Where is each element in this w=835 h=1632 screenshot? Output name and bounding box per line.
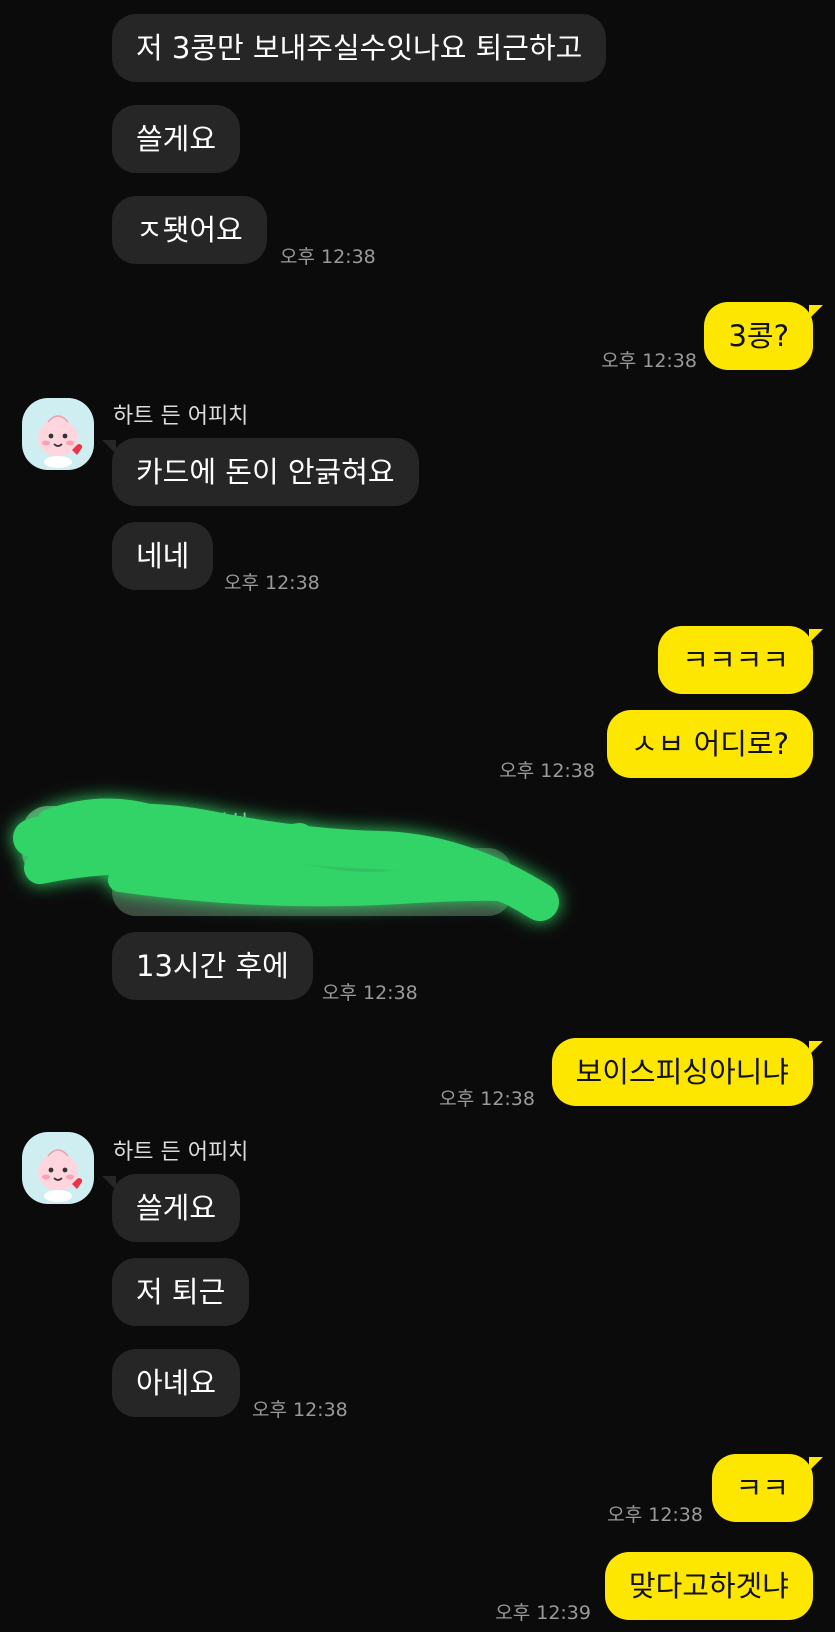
message-text: ㅋㅋ bbox=[735, 1471, 789, 1505]
message-text: 보이스피싱아니냐 bbox=[575, 1055, 789, 1089]
apeach-icon bbox=[38, 1149, 83, 1202]
message-timestamp: 오후 12:39 bbox=[495, 1602, 591, 1624]
message-timestamp: 오후 12:38 bbox=[439, 1088, 535, 1110]
bubble-tail bbox=[102, 440, 116, 454]
outgoing-message[interactable]: ㅅㅂ 어디로? bbox=[606, 710, 813, 778]
message-text: 3콩? bbox=[728, 319, 789, 353]
message-timestamp: 오후 12:38 bbox=[224, 572, 320, 594]
message-text: 저 3콩만 보내주실수잇나요 퇴근하고 bbox=[136, 31, 583, 65]
incoming-message[interactable]: 아녜요 bbox=[112, 1349, 241, 1417]
outgoing-message[interactable]: 3콩? bbox=[704, 302, 813, 370]
incoming-message[interactable]: 13시간 후에 bbox=[112, 932, 313, 1000]
sender-name: 하트 든 어피치 bbox=[113, 404, 249, 429]
message-text: 13시간 후에 bbox=[136, 949, 289, 983]
bubble-tail bbox=[809, 1041, 823, 1055]
apeach-icon bbox=[38, 827, 78, 865]
message-text: 쓸게요 bbox=[136, 1191, 217, 1225]
message-text: 맞다고하겟냐 bbox=[628, 1569, 789, 1603]
message-timestamp: 오후 12:38 bbox=[601, 350, 697, 372]
sender-avatar[interactable] bbox=[22, 806, 94, 878]
message-timestamp: 오후 12:38 bbox=[607, 1504, 703, 1526]
incoming-message[interactable]: 쓸게요 bbox=[112, 105, 241, 173]
bubble-tail bbox=[102, 1176, 116, 1190]
sender-avatar[interactable] bbox=[22, 1132, 94, 1204]
bubble-tail bbox=[809, 305, 823, 319]
message-text: ㅋㅋㅋㅋ bbox=[682, 643, 789, 677]
sender-name: 하트 든 어피치 bbox=[113, 1140, 249, 1165]
message-timestamp: 오후 12:38 bbox=[322, 982, 418, 1004]
message-text: 네네 bbox=[136, 539, 190, 573]
bubble-tail bbox=[809, 1457, 823, 1471]
incoming-message[interactable]: 네네 bbox=[112, 522, 214, 590]
message-text: ㅈ됏어요 bbox=[136, 213, 243, 247]
redacted-message[interactable] bbox=[112, 848, 512, 916]
outgoing-message[interactable]: 보이스피싱아니냐 bbox=[551, 1038, 813, 1106]
incoming-message[interactable]: 카드에 돈이 안긁혀요 bbox=[112, 438, 419, 506]
outgoing-message[interactable]: ㅋㅋㅋㅋ bbox=[658, 626, 813, 694]
message-timestamp: 오후 12:38 bbox=[252, 1399, 348, 1421]
sender-name: 하트 든 어피치 bbox=[113, 812, 249, 837]
message-text: ㅅㅂ 어디로? bbox=[630, 727, 789, 761]
outgoing-message[interactable]: ㅋㅋ bbox=[711, 1454, 813, 1522]
message-timestamp: 오후 12:38 bbox=[280, 246, 376, 268]
incoming-message[interactable]: ㅈ됏어요 bbox=[112, 196, 267, 264]
bubble-tail bbox=[809, 629, 823, 643]
incoming-message[interactable]: 저 3콩만 보내주실수잇나요 퇴근하고 bbox=[112, 14, 607, 82]
message-text: 아녜요 bbox=[136, 1366, 217, 1400]
message-text: 쓸게요 bbox=[136, 122, 217, 156]
outgoing-message[interactable]: 맞다고하겟냐 bbox=[604, 1552, 813, 1620]
apeach-icon bbox=[38, 415, 83, 468]
incoming-message[interactable]: 저 퇴근 bbox=[112, 1258, 250, 1326]
message-text: 저 퇴근 bbox=[136, 1275, 226, 1309]
message-text: 카드에 돈이 안긁혀요 bbox=[136, 455, 395, 489]
sender-avatar[interactable] bbox=[22, 398, 94, 470]
message-timestamp: 오후 12:38 bbox=[499, 760, 595, 782]
incoming-message[interactable]: 쓸게요 bbox=[112, 1174, 241, 1242]
